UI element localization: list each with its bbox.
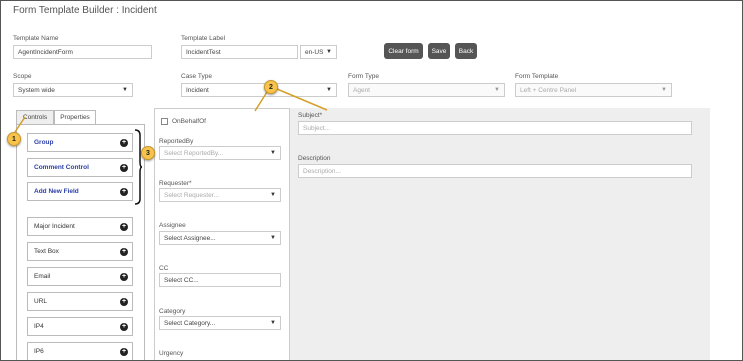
app-window: Form Template Builder : Incident Templat… — [0, 0, 743, 361]
callout-lines — [14, 88, 328, 133]
callout-3: 3 — [141, 146, 155, 160]
callout-2: 2 — [264, 80, 278, 94]
callout-1: 1 — [7, 132, 21, 146]
